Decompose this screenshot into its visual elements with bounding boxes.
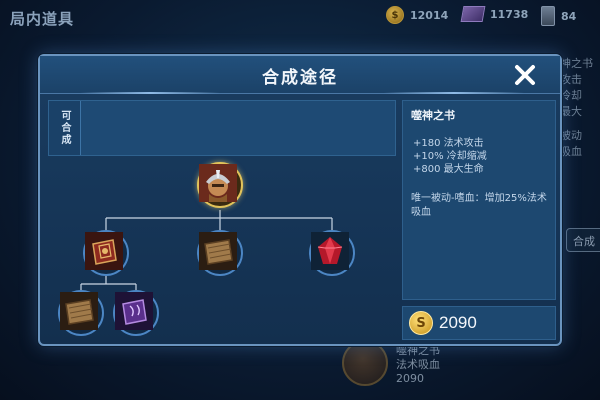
combine-tree-panel: 可合成: [48, 100, 396, 340]
modal-title: 合成途径: [262, 68, 338, 88]
item-stat: +10% 冷却缩减: [413, 151, 487, 162]
background-item-text: 噬神之书 法术吸血 2090: [396, 340, 440, 386]
root-item-node[interactable]: [197, 162, 243, 208]
ticket-amount: 84: [561, 9, 577, 23]
background-item-card: 噬神之书 法术吸血 2090: [342, 340, 440, 386]
bg-item-name: 噬神之书: [396, 344, 440, 357]
bg-frag: 被动: [560, 129, 582, 142]
combine-path-modal: 合成途径 可合成 噬神之书 +180 法术攻击 +10% 冷却缩减 +800 最…: [38, 54, 562, 346]
helmet-warrior-icon: [199, 164, 239, 204]
gold-currency: $ 12014: [386, 6, 448, 24]
gem-amount: 11738: [490, 7, 529, 21]
gem-currency: 11738: [460, 6, 529, 22]
header-decoration: [80, 92, 220, 94]
modal-header: 合成途径: [40, 56, 560, 94]
close-button[interactable]: [510, 60, 540, 90]
item-price: 2090: [439, 313, 477, 332]
sub-component-node[interactable]: [113, 290, 159, 336]
background-detail-fragment: 神之书 攻击 冷却 最大 被动 吸血: [560, 56, 593, 160]
price-box: S 2090: [402, 306, 556, 340]
gem-icon: [460, 6, 486, 22]
bg-frag: 神之书: [560, 57, 593, 70]
ticket-currency: 84: [541, 6, 576, 26]
item-stat: +800 最大生命: [413, 164, 484, 175]
combinable-bar: 可合成: [48, 100, 396, 156]
page-title: 局内道具: [10, 10, 75, 28]
bg-item-desc: 法术吸血: [396, 358, 440, 371]
bg-frag: 冷却: [560, 89, 582, 102]
gold-coin-icon: $: [386, 6, 404, 24]
component-node[interactable]: [309, 230, 355, 276]
component-node[interactable]: [197, 230, 243, 276]
bg-frag: 最大: [560, 105, 582, 118]
header-decoration: [384, 92, 524, 94]
sub-component-node[interactable]: [58, 290, 104, 336]
item-detail-panel: 噬神之书 +180 法术攻击 +10% 冷却缩减 +800 最大生命 唯一被动-…: [402, 100, 556, 300]
wood-book-icon: [199, 232, 239, 272]
close-icon: [515, 65, 535, 85]
wood-book-icon: [60, 292, 100, 332]
bg-frag: 攻击: [560, 73, 582, 86]
red-crystal-icon: [311, 232, 351, 272]
recipe-tree: [48, 160, 396, 340]
item-thumbnail-icon: [342, 340, 388, 386]
item-passive: 唯一被动-嗜血：增加25%法术吸血: [411, 193, 547, 218]
gold-coin-icon: S: [409, 311, 433, 335]
combinable-label: 可合成: [49, 101, 81, 155]
red-tome-icon: [85, 232, 125, 272]
purple-scroll-icon: [115, 292, 155, 332]
gold-amount: 12014: [410, 8, 449, 22]
ticket-icon: [541, 6, 555, 26]
bg-frag: 吸血: [560, 145, 582, 158]
item-stat: +180 法术攻击: [413, 138, 484, 149]
bg-item-price: 2090: [396, 372, 424, 385]
item-name: 噬神之书: [411, 109, 455, 122]
component-node[interactable]: [83, 230, 129, 276]
background-combine-button[interactable]: 合成: [566, 228, 600, 252]
